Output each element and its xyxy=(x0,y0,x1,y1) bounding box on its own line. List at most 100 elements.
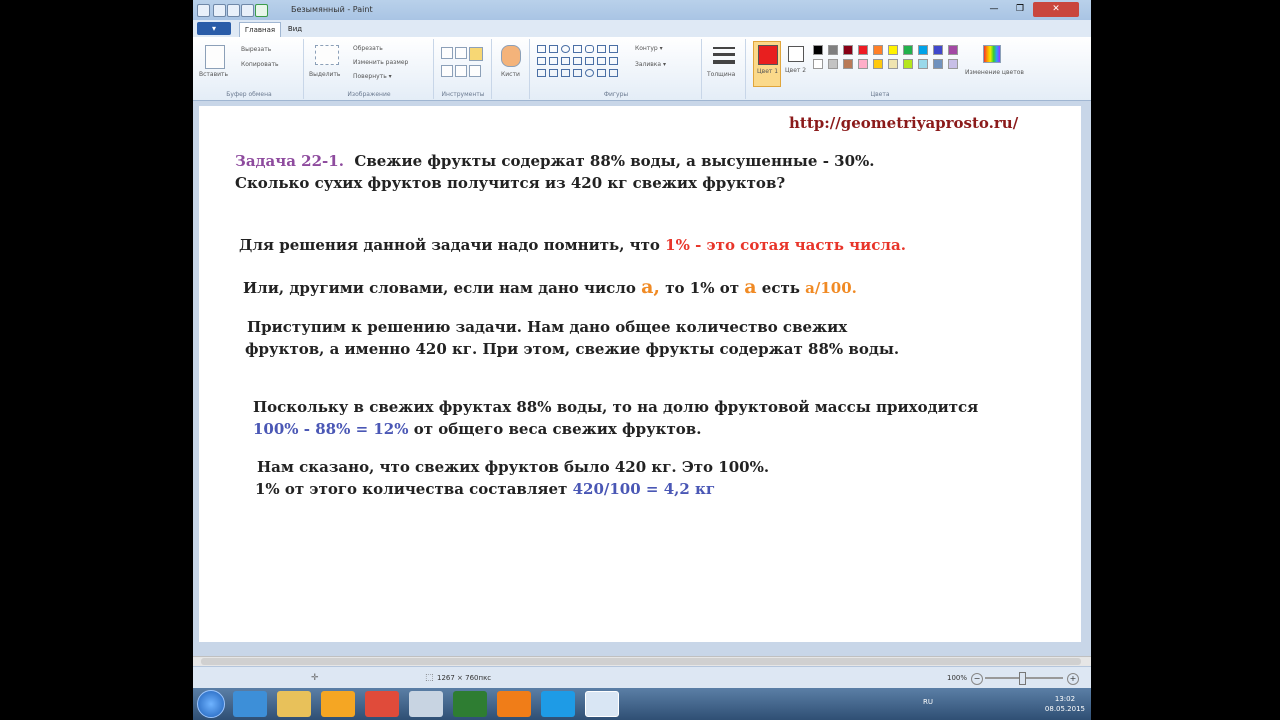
shape-diamond[interactable] xyxy=(549,57,558,65)
shape-rounded[interactable] xyxy=(585,45,594,53)
zoom-slider-thumb[interactable] xyxy=(1019,672,1026,685)
p1-text: Для решения данной задачи надо помнить, … xyxy=(239,236,660,254)
palette-swatch[interactable] xyxy=(843,45,853,55)
paste-icon[interactable] xyxy=(205,45,225,69)
shape-callout-oval[interactable] xyxy=(585,69,594,77)
palette-swatch[interactable] xyxy=(873,45,883,55)
p2-a: Или, другими словами, если нам дано числ… xyxy=(243,279,636,297)
close-button[interactable]: ✕ xyxy=(1033,2,1079,17)
taskbar-skype-icon[interactable] xyxy=(541,691,575,717)
p5-formula: 420/100 = 4,2 кг xyxy=(572,480,716,498)
palette-swatch[interactable] xyxy=(858,45,868,55)
taskbar-app-icon[interactable] xyxy=(453,691,487,717)
taskbar-ie-icon[interactable] xyxy=(233,691,267,717)
palette-swatch[interactable] xyxy=(888,59,898,69)
color2-slot[interactable]: Цвет 2 xyxy=(785,43,807,87)
tab-home[interactable]: Главная xyxy=(239,22,281,38)
color2-swatch xyxy=(788,46,804,62)
color1-slot[interactable]: Цвет 1 xyxy=(753,41,781,87)
outline-button[interactable]: Контур ▾ xyxy=(635,45,663,52)
shape-lightning[interactable] xyxy=(609,69,618,77)
zoom-out-button[interactable]: − xyxy=(971,673,983,685)
shape-line[interactable] xyxy=(537,45,546,53)
magnifier-icon[interactable] xyxy=(469,65,481,77)
drawing-canvas[interactable]: http://geometriyaprosto.ru/ Задача 22-1.… xyxy=(199,106,1081,642)
palette-swatch[interactable] xyxy=(918,59,928,69)
taskbar-media-icon[interactable] xyxy=(321,691,355,717)
shape-star5[interactable] xyxy=(549,69,558,77)
select-button[interactable]: Выделить xyxy=(309,71,340,78)
taskbar-paint-icon[interactable] xyxy=(585,691,619,717)
select-icon[interactable] xyxy=(315,45,339,65)
palette-swatch[interactable] xyxy=(843,59,853,69)
shape-polygon[interactable] xyxy=(597,45,606,53)
shape-curve[interactable] xyxy=(549,45,558,53)
taskbar-explorer-icon[interactable] xyxy=(277,691,311,717)
palette-swatch[interactable] xyxy=(948,59,958,69)
palette-swatch[interactable] xyxy=(933,45,943,55)
taskbar-file-icon[interactable] xyxy=(409,691,443,717)
undo-icon[interactable] xyxy=(227,4,240,17)
start-button[interactable] xyxy=(197,690,225,718)
shape-triangle[interactable] xyxy=(609,45,618,53)
shape-heart[interactable] xyxy=(597,69,606,77)
brush-icon[interactable] xyxy=(501,45,521,67)
palette-swatch[interactable] xyxy=(888,45,898,55)
palette-swatch[interactable] xyxy=(813,59,823,69)
edit-colors-button[interactable]: Изменение цветов xyxy=(965,69,1024,76)
edit-colors-icon[interactable] xyxy=(983,45,1001,63)
redo-icon[interactable] xyxy=(241,4,254,17)
palette-swatch[interactable] xyxy=(828,59,838,69)
picker-icon[interactable] xyxy=(455,65,467,77)
shape-pentagon[interactable] xyxy=(561,57,570,65)
palette-swatch[interactable] xyxy=(828,45,838,55)
app-menu-icon[interactable] xyxy=(197,4,210,17)
shape-rect[interactable] xyxy=(573,45,582,53)
scrollbar-thumb[interactable] xyxy=(201,658,1081,665)
crop-button[interactable]: Обрезать xyxy=(353,45,383,52)
brushes-button[interactable]: Кисти xyxy=(501,71,520,78)
size-button[interactable]: Толщина xyxy=(707,71,735,78)
maximize-button[interactable]: ❐ xyxy=(1007,2,1033,17)
shape-star6[interactable] xyxy=(561,69,570,77)
paste-button[interactable]: Вставить xyxy=(199,71,228,78)
tab-view[interactable]: Вид xyxy=(281,22,309,37)
clock[interactable]: 13:02 08.05.2015 xyxy=(1045,694,1085,714)
taskbar-chrome-icon[interactable] xyxy=(365,691,399,717)
rotate-button[interactable]: Повернуть ▾ xyxy=(353,73,392,80)
shape-arrow-left[interactable] xyxy=(597,57,606,65)
zoom-in-button[interactable]: + xyxy=(1067,673,1079,685)
palette-swatch[interactable] xyxy=(948,45,958,55)
shape-star4[interactable] xyxy=(537,69,546,77)
minimize-button[interactable]: — xyxy=(981,2,1007,17)
cut-button[interactable]: Вырезать xyxy=(241,46,271,53)
palette-swatch[interactable] xyxy=(933,59,943,69)
paragraph-3-line-1: Приступим к решению задачи. Нам дано общ… xyxy=(247,318,848,336)
palette-swatch[interactable] xyxy=(903,45,913,55)
palette-swatch[interactable] xyxy=(858,59,868,69)
file-menu-button[interactable]: ▾ xyxy=(197,22,231,35)
fill-icon[interactable] xyxy=(455,47,467,59)
pencil-icon[interactable] xyxy=(441,47,453,59)
fill-button[interactable]: Заливка ▾ xyxy=(635,61,666,68)
copy-button[interactable]: Копировать xyxy=(241,61,278,68)
palette-swatch[interactable] xyxy=(873,59,883,69)
palette-swatch[interactable] xyxy=(813,45,823,55)
shape-callout[interactable] xyxy=(573,69,582,77)
paragraph-4-line-2: 100% - 88% = 12% от общего веса свежих ф… xyxy=(253,420,701,438)
shape-right-triangle[interactable] xyxy=(537,57,546,65)
shape-oval[interactable] xyxy=(561,45,570,53)
shape-arrow-up[interactable] xyxy=(609,57,618,65)
eraser-icon[interactable] xyxy=(441,65,453,77)
palette-swatch[interactable] xyxy=(918,45,928,55)
shape-hexagon[interactable] xyxy=(573,57,582,65)
browser-icon[interactable] xyxy=(255,4,268,17)
group-brushes: Кисти xyxy=(493,39,530,99)
resize-button[interactable]: Изменить размер xyxy=(353,59,408,66)
shape-arrow-right[interactable] xyxy=(585,57,594,65)
language-indicator[interactable]: RU xyxy=(923,698,933,706)
palette-swatch[interactable] xyxy=(903,59,913,69)
text-icon[interactable] xyxy=(469,47,483,61)
taskbar-firefox-icon[interactable] xyxy=(497,691,531,717)
save-icon[interactable] xyxy=(213,4,226,17)
